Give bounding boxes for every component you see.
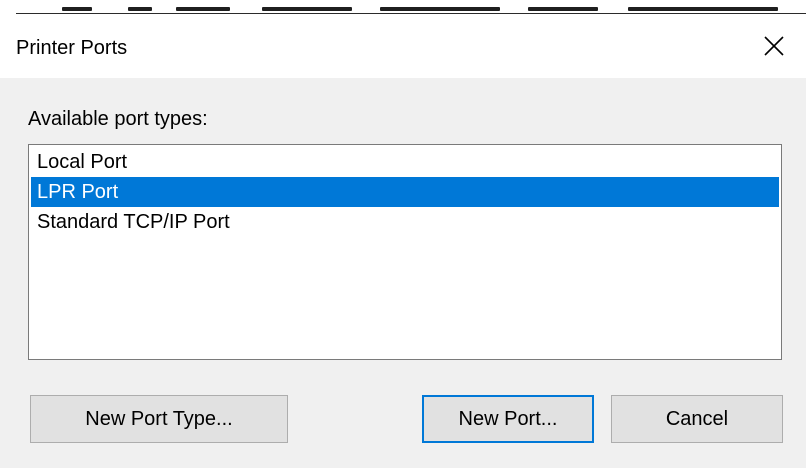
screen: Printer Ports Available port types: Loca… [0, 0, 806, 468]
background-text-fragment [528, 7, 598, 11]
new-port-type-button[interactable]: New Port Type... [30, 395, 288, 443]
available-port-types-label: Available port types: [28, 108, 208, 130]
printer-ports-dialog: Printer Ports Available port types: Loca… [0, 14, 806, 468]
close-icon [764, 36, 784, 56]
background-text-fragment [628, 7, 778, 11]
background-text-fragment [128, 7, 152, 11]
port-types-listbox[interactable]: Local Port LPR Port Standard TCP/IP Port [28, 144, 782, 360]
cancel-button[interactable]: Cancel [611, 395, 783, 443]
background-text-fragment [62, 7, 92, 11]
background-window-edge [0, 0, 806, 14]
background-text-fragment [176, 7, 230, 11]
dialog-title: Printer Ports [16, 37, 128, 59]
port-type-standard-tcpip[interactable]: Standard TCP/IP Port [31, 207, 779, 237]
close-button[interactable] [742, 14, 806, 78]
background-text-fragment [262, 7, 352, 11]
dialog-titlebar[interactable]: Printer Ports [0, 14, 806, 78]
port-type-local[interactable]: Local Port [31, 147, 779, 177]
new-port-button[interactable]: New Port... [422, 395, 594, 443]
port-type-lpr[interactable]: LPR Port [31, 177, 779, 207]
dialog-client-area: Available port types: Local Port LPR Por… [0, 78, 806, 468]
background-text-fragment [380, 7, 500, 11]
